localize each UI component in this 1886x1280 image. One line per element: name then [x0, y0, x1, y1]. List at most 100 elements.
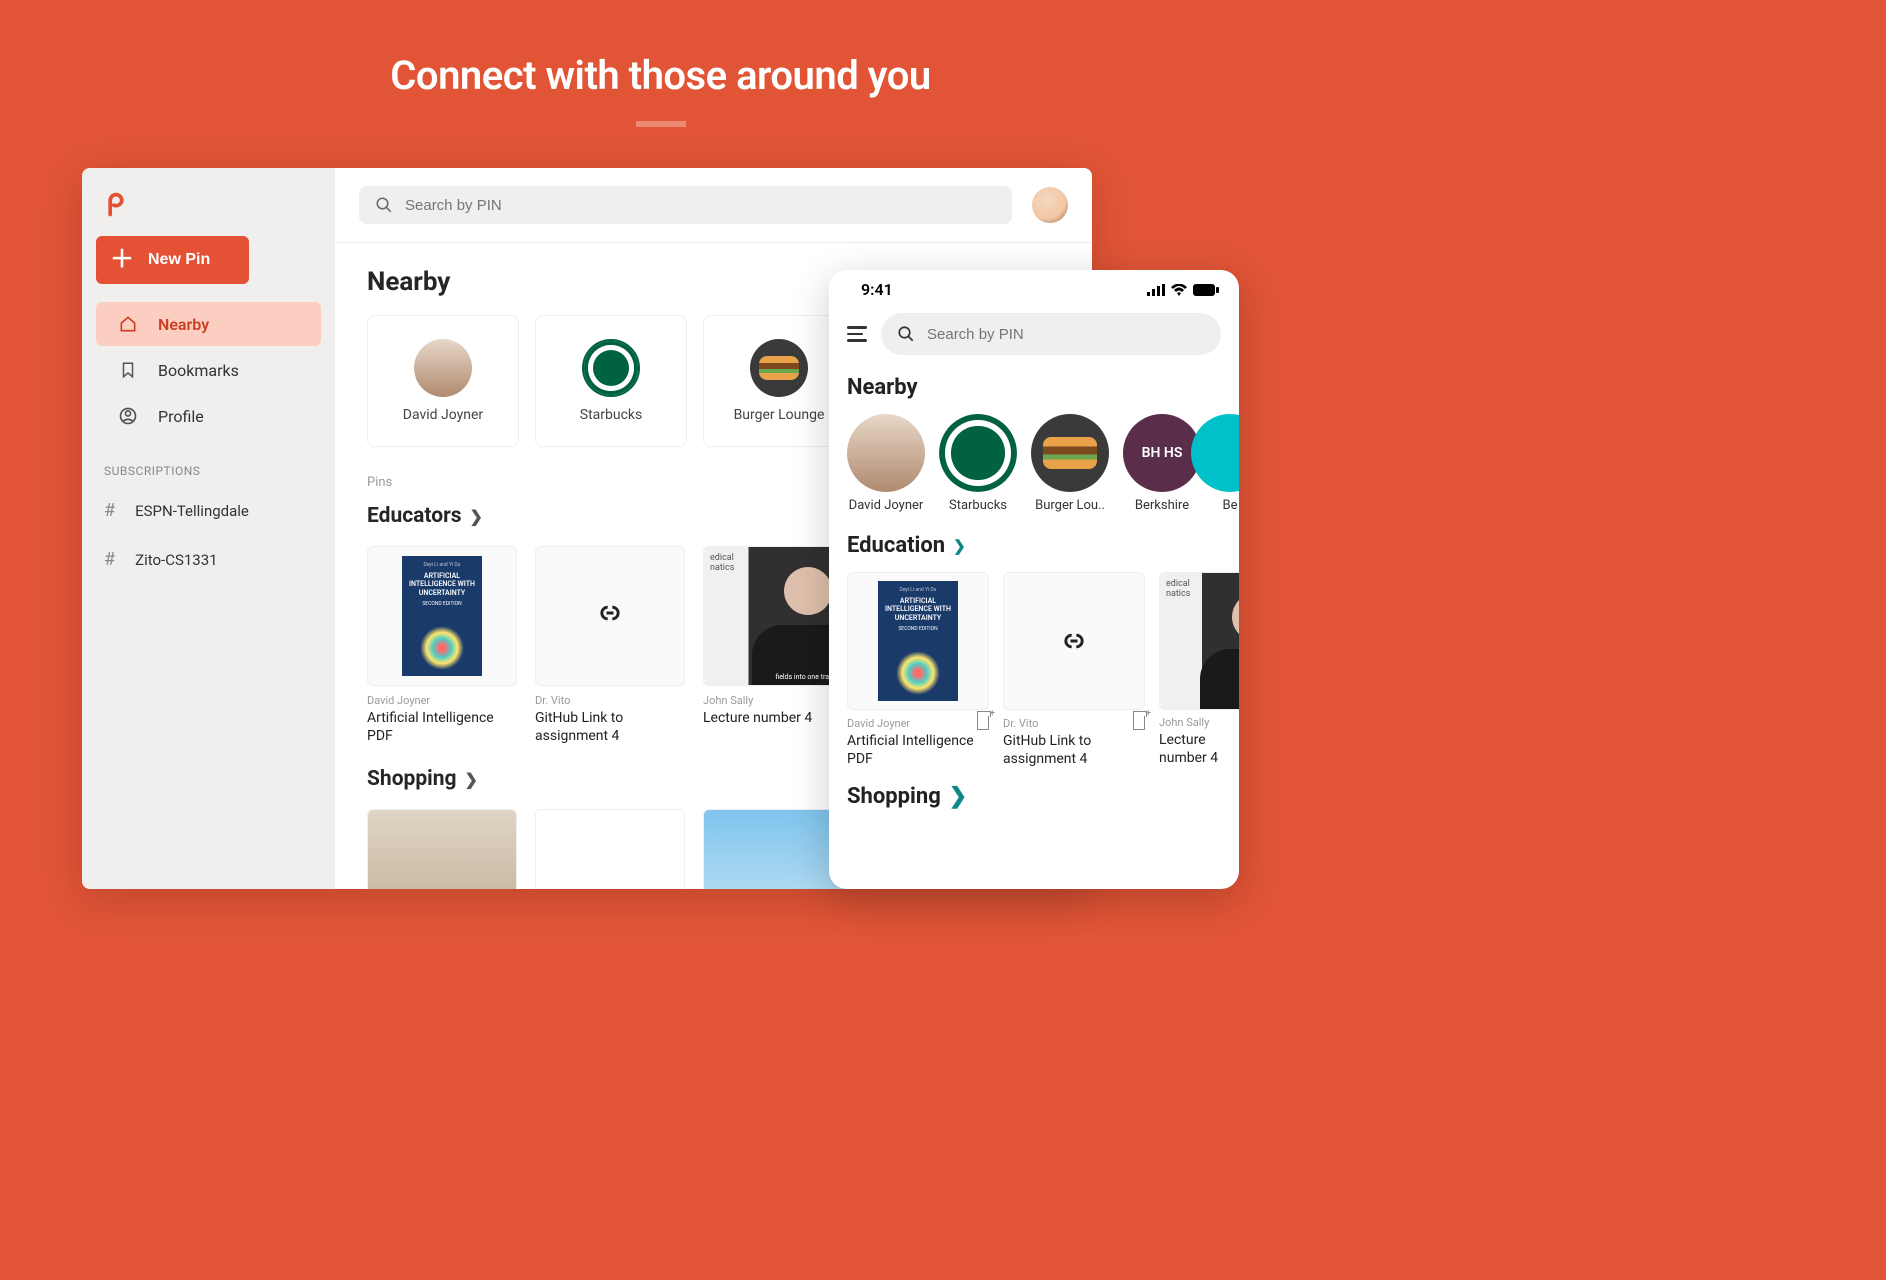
nearby-name: Starbucks: [580, 407, 642, 423]
bookmark-add-icon[interactable]: +: [977, 716, 989, 730]
section-title-text: Education: [847, 533, 945, 558]
sidebar-item-label: Profile: [158, 407, 204, 426]
book-cover: Deyi Li and Yi Du ARTIFICIAL INTELLIGENC…: [878, 581, 958, 701]
pin-title: GitHub Link to assignment 4: [1003, 732, 1145, 768]
nearby-avatar: [582, 339, 640, 397]
bookmark-add-icon[interactable]: +: [1133, 716, 1145, 730]
section-title-text: Educators: [367, 504, 462, 528]
subscription-item[interactable]: # ESPN-Tellingdale: [82, 486, 335, 535]
new-pin-button[interactable]: ＋ New Pin: [96, 236, 249, 284]
nearby-card[interactable]: Be: [1215, 414, 1239, 513]
section-title-shopping[interactable]: Shopping ❯: [847, 784, 1239, 809]
subscription-name: Zito-CS1331: [135, 551, 218, 569]
search-box[interactable]: [359, 186, 1012, 224]
nearby-name: Burger Lou..: [1035, 498, 1105, 513]
subscription-name: ESPN-Tellingdale: [135, 502, 249, 520]
book-title: ARTIFICIAL INTELLIGENCE WITH UNCERTAINTY: [882, 597, 954, 622]
thumb-text: edical: [1166, 579, 1190, 589]
pin-thumbnail: Deyi Li and Yi Du ARTIFICIAL INTELLIGENC…: [367, 546, 517, 686]
pin-title: Artificial Intelligence PDF: [847, 732, 989, 768]
pin-card[interactable]: [535, 809, 685, 889]
signal-icon: [1147, 284, 1165, 296]
avatar-initials: BH HS: [1142, 446, 1183, 460]
search-input[interactable]: [405, 197, 996, 214]
topbar: [335, 168, 1092, 243]
book-subtitle: SECOND EDITION: [422, 601, 461, 607]
mobile-app: 9:41 Nearby David Joyner Starbucks: [829, 270, 1239, 889]
chevron-right-icon: ❯: [470, 507, 483, 526]
hero-title: Connect with those around you: [0, 52, 1321, 99]
pin-card[interactable]: Deyi Li and Yi Du ARTIFICIAL INTELLIGENC…: [367, 546, 517, 745]
nearby-name: Starbucks: [949, 498, 1007, 513]
pin-owner: John Sally: [1159, 716, 1209, 729]
sidebar-item-nearby[interactable]: Nearby: [96, 302, 321, 346]
pin-title: Artificial Intelligence PDF: [367, 709, 517, 745]
user-avatar[interactable]: [1032, 187, 1068, 223]
pin-owner: Dr. Vito: [535, 694, 685, 707]
bookmark-icon: [118, 360, 138, 380]
chevron-right-icon: ❯: [465, 770, 478, 789]
section-title-text: Shopping: [847, 784, 941, 809]
search-icon: [375, 196, 393, 214]
battery-icon: [1193, 284, 1219, 296]
plus-icon: ＋: [110, 248, 134, 272]
subscription-item[interactable]: # Zito-CS1331: [82, 535, 335, 584]
wifi-icon: [1171, 284, 1187, 296]
link-icon: [596, 599, 624, 633]
thumb-text: edical: [710, 553, 734, 563]
new-pin-label: New Pin: [148, 251, 210, 269]
status-bar: 9:41: [829, 270, 1239, 303]
pin-thumbnail: [535, 546, 685, 686]
nearby-card[interactable]: David Joyner: [367, 315, 519, 447]
brain-graphic: [896, 651, 940, 695]
app-logo[interactable]: [82, 190, 335, 218]
sidebar-item-bookmarks[interactable]: Bookmarks: [96, 348, 321, 392]
thumb-text: natics: [1166, 589, 1190, 599]
hamburger-menu-button[interactable]: [847, 326, 867, 342]
mobile-content: Nearby David Joyner Starbucks Burger Lou…: [829, 369, 1239, 809]
nearby-card[interactable]: BH HS Berkshire: [1123, 414, 1201, 513]
nearby-name: Berkshire: [1135, 498, 1189, 513]
nearby-row[interactable]: David Joyner Starbucks Burger Lou.. BH H…: [847, 414, 1239, 513]
sidebar-item-profile[interactable]: Profile: [96, 394, 321, 438]
book-title: ARTIFICIAL INTELLIGENCE WITH UNCERTAINTY: [406, 572, 478, 597]
pin-card[interactable]: edicalnatics fields into one John Sally …: [1159, 572, 1239, 768]
hash-icon: #: [104, 549, 115, 570]
sidebar-item-label: Nearby: [158, 315, 209, 334]
section-title-text: Shopping: [367, 767, 457, 791]
nearby-card[interactable]: Starbucks: [939, 414, 1017, 513]
pin-thumbnail: [1003, 572, 1145, 710]
section-title-education[interactable]: Education ❯: [847, 533, 1239, 558]
nearby-avatar: [414, 339, 472, 397]
logo-icon: [102, 190, 130, 218]
chevron-right-icon: ❯: [949, 784, 967, 809]
sidebar-item-label: Bookmarks: [158, 361, 239, 380]
chevron-right-icon: ❯: [953, 537, 966, 555]
profile-icon: [118, 406, 138, 426]
thumb-text: natics: [710, 563, 734, 573]
nearby-card[interactable]: Burger Lou..: [1031, 414, 1109, 513]
sidebar: ＋ New Pin Nearby Bookmarks Profile SUBSC…: [82, 168, 335, 889]
nearby-card[interactable]: Starbucks: [535, 315, 687, 447]
pin-thumbnail: [535, 809, 685, 889]
home-icon: [118, 314, 138, 334]
pin-card[interactable]: [367, 809, 517, 889]
search-box[interactable]: [881, 313, 1221, 355]
pin-card[interactable]: Deyi Li and Yi Du ARTIFICIAL INTELLIGENC…: [847, 572, 989, 768]
hero-underline: [636, 121, 686, 127]
section-title-text: Nearby: [847, 375, 918, 400]
pins-row: Deyi Li and Yi Du ARTIFICIAL INTELLIGENC…: [847, 572, 1239, 768]
search-input[interactable]: [927, 326, 1205, 343]
pin-card[interactable]: Dr. Vito + GitHub Link to assignment 4: [1003, 572, 1145, 768]
pin-card[interactable]: Dr. Vito GitHub Link to assignment 4: [535, 546, 685, 745]
nearby-card[interactable]: David Joyner: [847, 414, 925, 513]
book-cover: Deyi Li and Yi Du ARTIFICIAL INTELLIGENC…: [402, 556, 482, 676]
pin-thumbnail: [367, 809, 517, 889]
subscriptions-label: SUBSCRIPTIONS: [82, 440, 335, 486]
nearby-name: David Joyner: [849, 498, 924, 513]
section-title-text: Nearby: [367, 267, 450, 297]
hash-icon: #: [104, 500, 115, 521]
pin-title: Lecture number 4: [1159, 731, 1239, 767]
brain-graphic: [420, 626, 464, 670]
search-icon: [897, 325, 915, 343]
